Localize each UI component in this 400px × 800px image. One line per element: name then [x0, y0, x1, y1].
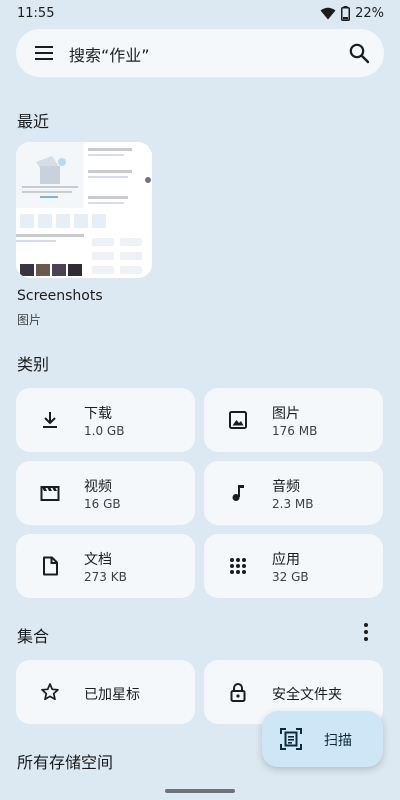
more-options-icon[interactable]	[362, 622, 370, 642]
category-label: 下载	[84, 406, 112, 422]
collection-starred[interactable]: 已加星标	[16, 660, 195, 724]
collection-label: 安全文件夹	[272, 687, 342, 703]
category-label: 图片	[272, 406, 300, 422]
search-bar[interactable]: 搜索“作业”	[16, 29, 384, 77]
category-size: 273 KB	[84, 570, 127, 584]
category-label: 文档	[84, 552, 112, 568]
status-bar: 11:55 22%	[0, 0, 400, 28]
menu-icon[interactable]	[34, 43, 54, 63]
download-icon	[43, 412, 57, 428]
category-images[interactable]: 图片 176 MB	[204, 388, 383, 452]
battery-icon	[341, 6, 351, 21]
category-audio[interactable]: 音频 2.3 MB	[204, 461, 383, 525]
document-icon	[43, 556, 58, 576]
scan-icon	[280, 728, 302, 750]
battery-percentage: 22%	[355, 6, 384, 21]
search-input[interactable]: 搜索“作业”	[69, 42, 150, 66]
category-label: 视频	[84, 479, 112, 495]
scan-button-label: 扫描	[324, 733, 352, 749]
category-documents[interactable]: 文档 273 KB	[16, 534, 195, 598]
audio-icon	[232, 485, 244, 501]
category-apps[interactable]: 应用 32 GB	[204, 534, 383, 598]
categories-section-title: 类别	[17, 355, 50, 374]
category-label: 应用	[272, 552, 300, 568]
screenshot-preview-image	[16, 142, 152, 278]
category-size: 16 GB	[84, 497, 121, 511]
category-size: 32 GB	[272, 570, 309, 584]
status-time: 11:55	[17, 6, 55, 21]
category-size: 176 MB	[272, 424, 318, 438]
scan-button[interactable]: 扫描	[262, 711, 383, 767]
recent-item-type: 图片	[17, 313, 42, 327]
lock-icon	[230, 683, 246, 702]
apps-icon	[230, 558, 246, 574]
category-label: 音频	[272, 479, 300, 495]
recent-item-name: Screenshots	[17, 288, 103, 304]
gesture-nav-handle[interactable]	[165, 789, 235, 793]
recent-thumbnail[interactable]	[16, 142, 152, 278]
category-size: 1.0 GB	[84, 424, 125, 438]
search-icon[interactable]	[348, 42, 370, 64]
collections-section-title: 集合	[17, 627, 50, 646]
category-size: 2.3 MB	[272, 497, 314, 511]
wifi-icon	[320, 7, 336, 20]
video-icon	[40, 486, 60, 501]
star-icon	[41, 683, 59, 701]
status-icons: 22%	[320, 6, 384, 21]
collection-label: 已加星标	[84, 687, 140, 703]
recent-section-title: 最近	[17, 112, 50, 131]
category-videos[interactable]: 视频 16 GB	[16, 461, 195, 525]
storage-section-title: 所有存储空间	[17, 753, 114, 772]
category-downloads[interactable]: 下载 1.0 GB	[16, 388, 195, 452]
image-icon	[229, 411, 247, 429]
